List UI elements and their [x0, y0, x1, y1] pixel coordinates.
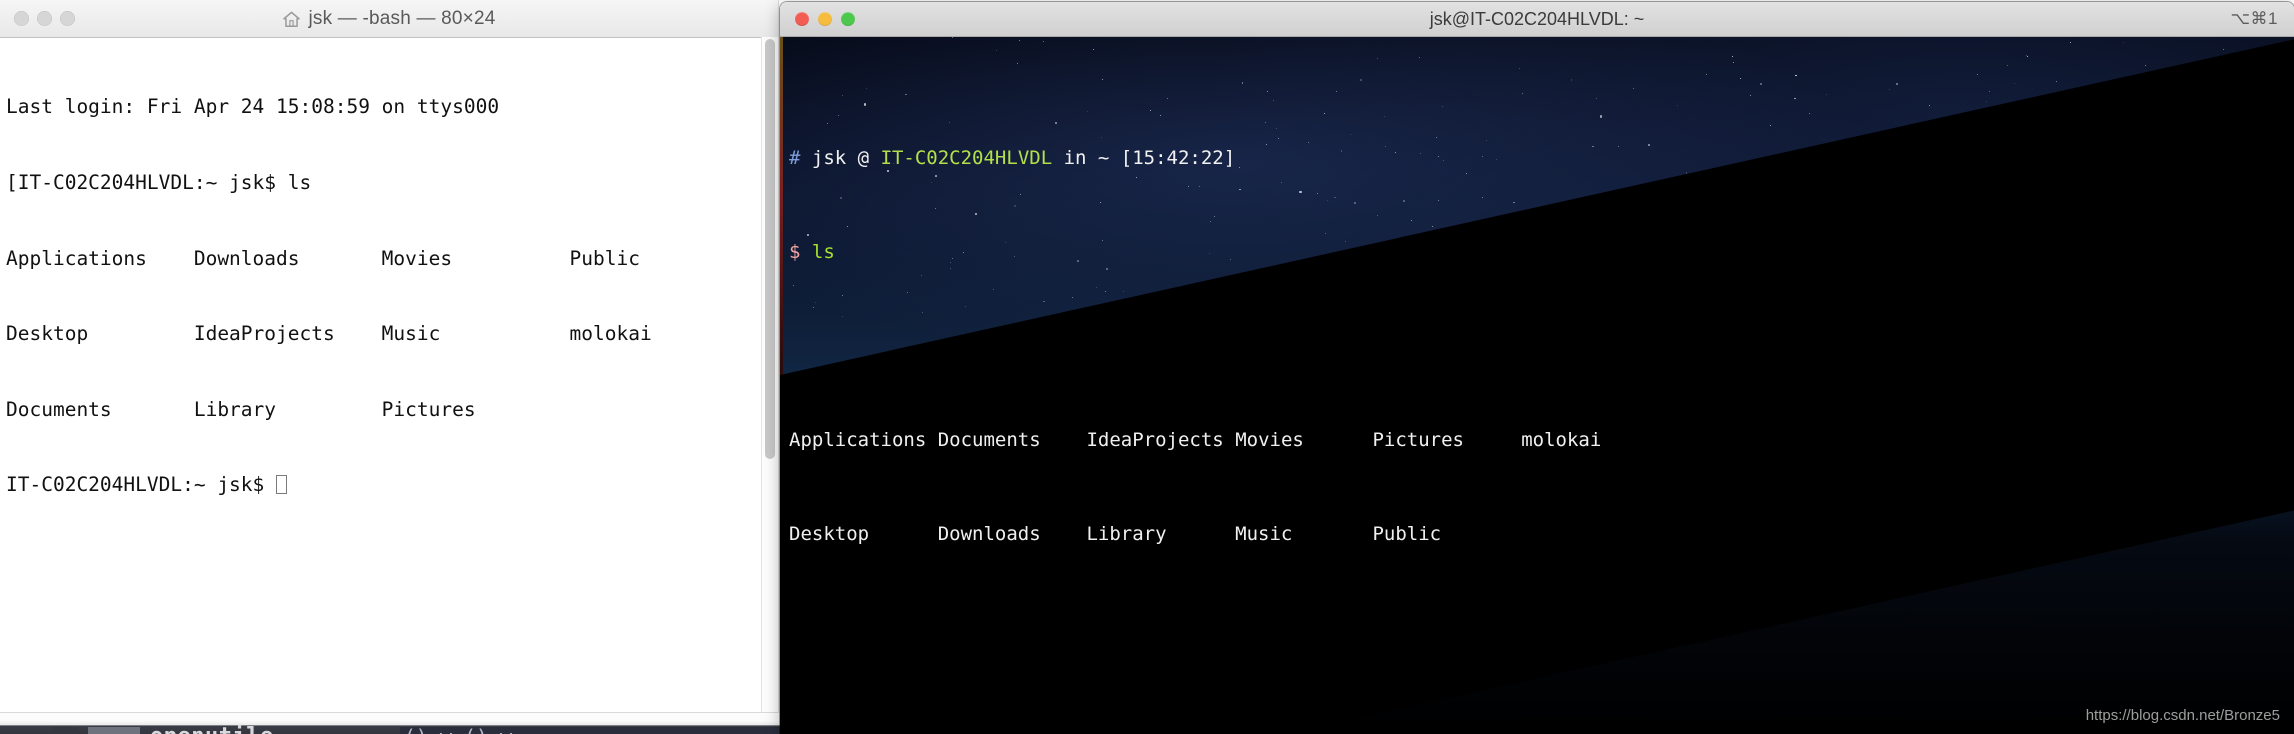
- watermark: https://blog.csdn.net/Bronze5: [2085, 706, 2280, 724]
- left-prompt-text: IT-C02C204HLVDL:~ jsk$: [6, 473, 277, 497]
- prompt-host: IT-C02C204HLVDL: [880, 147, 1053, 169]
- right-terminal-title: jsk@IT-C02C204HLVDL: ~: [1429, 8, 1645, 29]
- right-terminal-body[interactable]: # jsk @ IT-C02C204HLVDL in ~ [15:42:22] …: [780, 37, 2294, 734]
- left-terminal-titlebar[interactable]: jsk — -bash — 80×24: [0, 0, 778, 38]
- close-button[interactable]: [795, 12, 809, 26]
- bottom-block-1: [52, 727, 78, 734]
- minimize-button[interactable]: [37, 11, 52, 26]
- window-shortcut-label: ⌥⌘1: [2230, 9, 2278, 28]
- bottom-block-2: [88, 727, 140, 734]
- terminal-line-last-login: Last login: Fri Apr 24 15:08:59 on ttys0…: [6, 95, 500, 119]
- prompt-at: @: [857, 147, 881, 169]
- home-icon: [282, 10, 301, 29]
- terminal-line-prompt-ls: [IT-C02C204HLVDL:~ jsk$ ls: [6, 171, 312, 195]
- minimize-button[interactable]: [818, 12, 832, 26]
- bottom-fragment-text: openutile: [150, 726, 274, 734]
- ls-item: Public: [1372, 523, 1442, 545]
- left-window-controls[interactable]: [14, 11, 75, 26]
- ls-output-row-2: Desktop Downloads Library Music Public: [789, 523, 2294, 547]
- prompt-hash: #: [789, 147, 801, 169]
- maximize-button[interactable]: [841, 12, 855, 26]
- shell-prompt-line-1: # jsk @ IT-C02C204HLVDL in ~ [15:42:22]: [789, 147, 2294, 171]
- ls-output-row-1: Applications Documents IdeaProjects Movi…: [789, 429, 2294, 453]
- prompt-dollar: $: [789, 241, 812, 263]
- left-terminal-title-group: jsk — -bash — 80×24: [0, 8, 778, 30]
- right-window-controls[interactable]: [795, 12, 855, 26]
- desktop-background: openutile ()=w.()=w jsk — -bash — 80×24: [0, 0, 2294, 734]
- terminal-line-ls-row-1: Applications Downloads Movies Public: [6, 246, 640, 270]
- ls-item: Movies: [1235, 429, 1304, 451]
- ls-item: Music: [1235, 523, 1293, 545]
- left-terminal-body[interactable]: Last login: Fri Apr 24 15:08:59 on ttys0…: [0, 38, 778, 712]
- left-terminal-window[interactable]: jsk — -bash — 80×24 Last login: Fri Apr …: [0, 0, 778, 712]
- ls-item: Pictures: [1372, 429, 1464, 451]
- bottom-partial-window: openutile ()=w.()=w: [0, 712, 780, 734]
- left-terminal-title: jsk — -bash — 80×24: [308, 7, 496, 29]
- terminal-line-ls-row-2: Desktop IdeaProjects Music molokai: [6, 322, 652, 346]
- left-terminal-scrollbar[interactable]: [761, 37, 778, 712]
- ls-item: Desktop: [789, 523, 870, 545]
- right-terminal-content: # jsk @ IT-C02C204HLVDL in ~ [15:42:22] …: [789, 53, 2294, 734]
- prompt-user: jsk: [800, 147, 858, 169]
- shell-command-line-1: $ ls: [789, 241, 2294, 265]
- terminal-line-active-prompt: IT-C02C204HLVDL:~ jsk$: [6, 472, 778, 497]
- ls-item: molokai: [1521, 429, 1602, 451]
- ls-item: Applications: [789, 429, 927, 451]
- prompt-timestamp: [15:42:22]: [1120, 147, 1236, 169]
- ls-item: Documents: [937, 429, 1041, 451]
- right-terminal-window[interactable]: jsk@IT-C02C204HLVDL: ~ ⌥⌘1 # jsk @ IT-C0…: [780, 2, 2294, 734]
- maximize-button[interactable]: [60, 11, 75, 26]
- text-cursor: [276, 475, 288, 495]
- terminal-line-ls-row-3: Documents Library Pictures: [6, 397, 476, 421]
- prompt-location: in ~: [1052, 147, 1121, 169]
- bottom-fragment-text-2: ()=w.()=w: [404, 727, 512, 734]
- close-button[interactable]: [14, 11, 29, 26]
- ls-item: Library: [1086, 523, 1167, 545]
- right-terminal-titlebar[interactable]: jsk@IT-C02C204HLVDL: ~ ⌥⌘1: [780, 2, 2294, 37]
- scrollbar-thumb[interactable]: [765, 39, 775, 459]
- ls-item: Downloads: [937, 523, 1041, 545]
- command-text: ls: [811, 241, 835, 263]
- ls-item: IdeaProjects: [1086, 429, 1224, 451]
